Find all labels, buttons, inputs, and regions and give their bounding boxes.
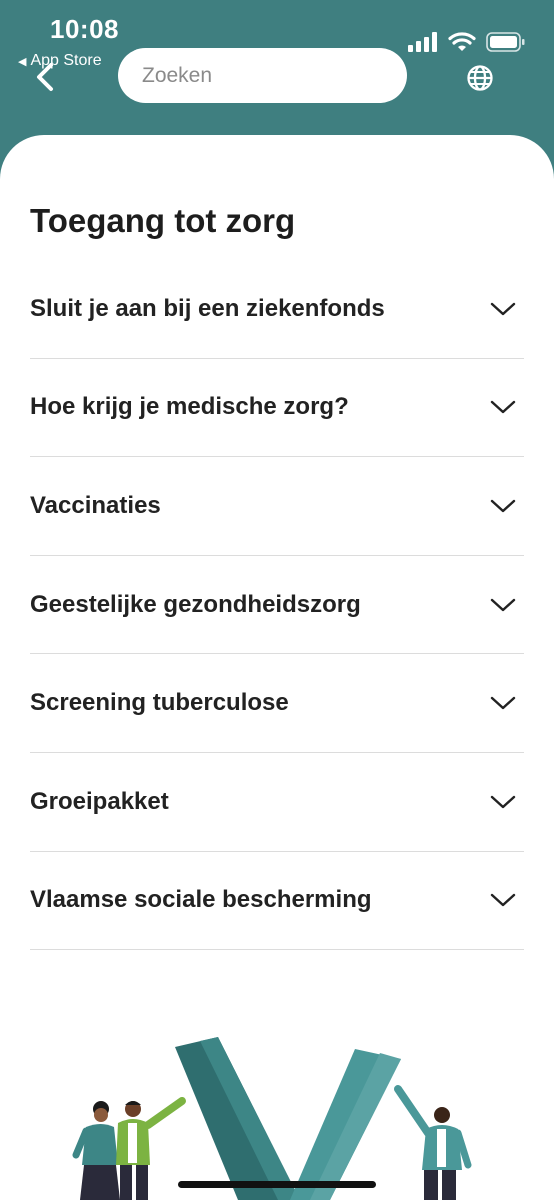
- accordion-item-label: Vaccinaties: [30, 491, 161, 519]
- chevron-down-icon: [490, 302, 516, 315]
- accordion-item-label: Vlaamse sociale bescherming: [30, 886, 372, 914]
- page-title: Toegang tot zorg: [30, 202, 296, 239]
- chevron-down-icon: [490, 894, 516, 907]
- accordion-item-vaccinaties[interactable]: Vaccinaties: [30, 457, 524, 556]
- globe-icon[interactable]: [466, 64, 494, 92]
- accordion-item-label: Screening tuberculose: [30, 689, 289, 717]
- man-teal-jacket-figure: [394, 1085, 472, 1200]
- people-holding-v-illustration: [72, 1037, 472, 1200]
- chevron-left-icon[interactable]: [34, 62, 56, 92]
- v-shape: [175, 1037, 401, 1200]
- home-indicator: [178, 1181, 376, 1188]
- chevron-down-icon: [490, 401, 516, 414]
- accordion-item-label: Groeipakket: [30, 787, 169, 815]
- accordion-item-groeipakket[interactable]: Groeipakket: [30, 753, 524, 852]
- chevron-down-icon: [490, 696, 516, 710]
- top-navigation: [0, 0, 554, 130]
- accordion-item-label: Hoe krijg je medische zorg?: [30, 393, 349, 421]
- accordion-item-label: Geestelijke gezondheidszorg: [30, 590, 361, 618]
- accordion-item-sociale-bescherming[interactable]: Vlaamse sociale bescherming: [30, 852, 524, 951]
- accordion-item-label: Sluit je aan bij een ziekenfonds: [30, 294, 385, 322]
- man-green-jacket-figure: [116, 1097, 186, 1200]
- accordion-item-ziekenfonds[interactable]: Sluit je aan bij een ziekenfonds: [30, 260, 524, 359]
- content-sheet: Toegang tot zorg Sluit je aan bij een zi…: [0, 135, 554, 1200]
- chevron-down-icon: [490, 499, 516, 513]
- woman-figure: [72, 1101, 120, 1200]
- search-input[interactable]: [118, 48, 407, 103]
- accordion-item-screening-tuberculose[interactable]: Screening tuberculose: [30, 654, 524, 753]
- accordion-list: Sluit je aan bij een ziekenfonds Hoe kri…: [30, 260, 524, 951]
- chevron-down-icon: [490, 795, 516, 808]
- accordion-item-geestelijke-gezondheidszorg[interactable]: Geestelijke gezondheidszorg: [30, 556, 524, 655]
- accordion-item-medische-zorg[interactable]: Hoe krijg je medische zorg?: [30, 359, 524, 458]
- chevron-down-icon: [490, 598, 516, 611]
